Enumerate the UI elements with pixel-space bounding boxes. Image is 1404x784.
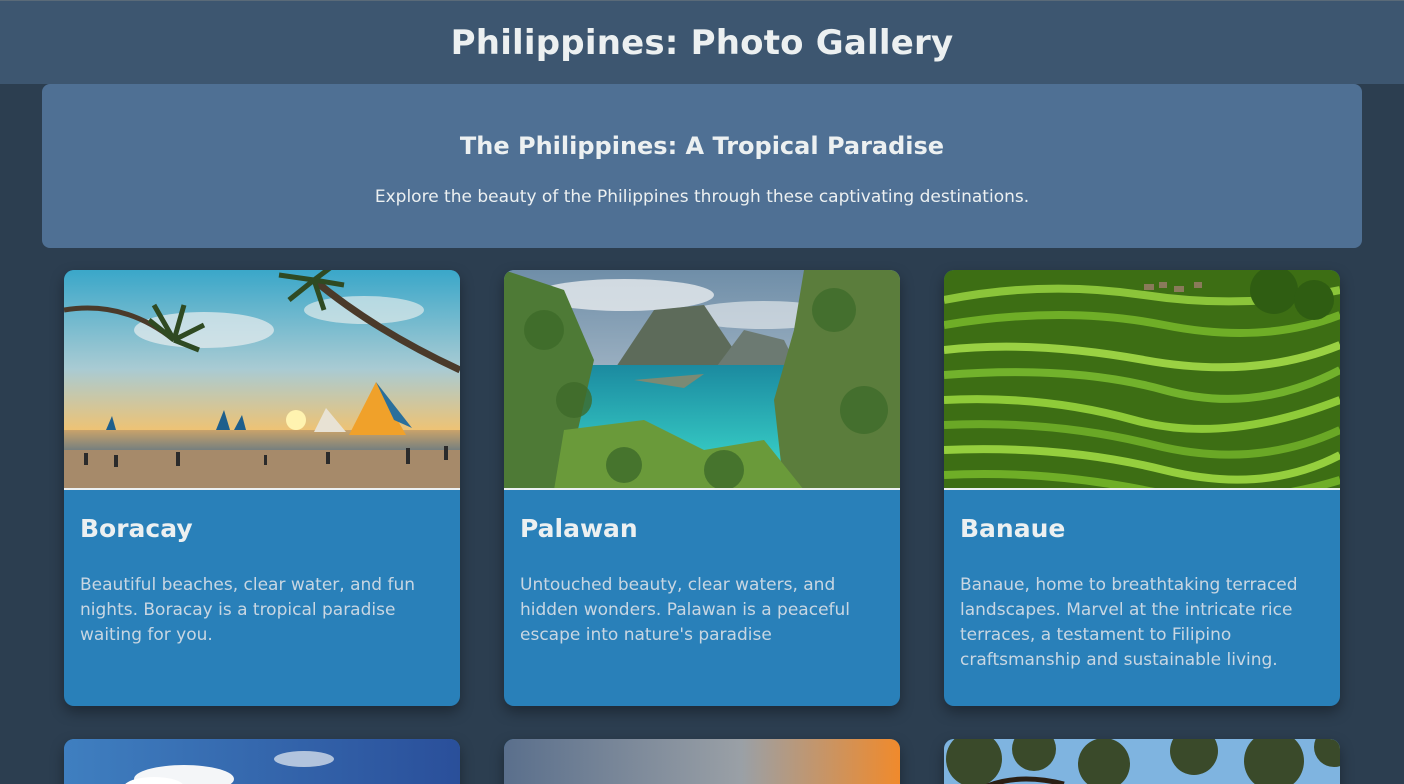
card-description: Untouched beauty, clear waters, and hidd… bbox=[520, 575, 851, 645]
intro-panel: The Philippines: A Tropical Paradise Exp… bbox=[42, 84, 1362, 248]
card-title: Boracay bbox=[80, 514, 193, 543]
boracay-photo bbox=[64, 270, 460, 490]
gallery-card-boracay[interactable]: Boracay Beautiful beaches, clear water, … bbox=[64, 270, 460, 706]
card-description: Beautiful beaches, clear water, and fun … bbox=[80, 575, 416, 645]
intro-title: The Philippines: A Tropical Paradise bbox=[459, 132, 945, 160]
gallery-card-4-photo bbox=[64, 739, 460, 784]
card-title: Palawan bbox=[520, 514, 638, 543]
page-header: Philippines: Photo Gallery bbox=[0, 0, 1404, 84]
palawan-photo bbox=[504, 270, 900, 490]
card-title: Banaue bbox=[960, 514, 1066, 543]
card-description: Banaue, home to breathtaking terraced la… bbox=[960, 575, 1298, 670]
intro-subtitle: Explore the beauty of the Philippines th… bbox=[374, 187, 1030, 207]
gallery-card-5-photo bbox=[504, 739, 900, 784]
gallery-card-banaue[interactable]: Banaue Banaue, home to breathtaking terr… bbox=[944, 270, 1340, 706]
gallery-card-6-photo bbox=[944, 739, 1340, 784]
gallery-card-5[interactable] bbox=[504, 739, 900, 784]
banaue-photo bbox=[944, 270, 1340, 490]
page-title: Philippines: Photo Gallery bbox=[450, 22, 954, 63]
gallery-card-4[interactable] bbox=[64, 739, 460, 784]
gallery-card-palawan[interactable]: Palawan Untouched beauty, clear waters, … bbox=[504, 270, 900, 706]
gallery-card-6[interactable] bbox=[944, 739, 1340, 784]
